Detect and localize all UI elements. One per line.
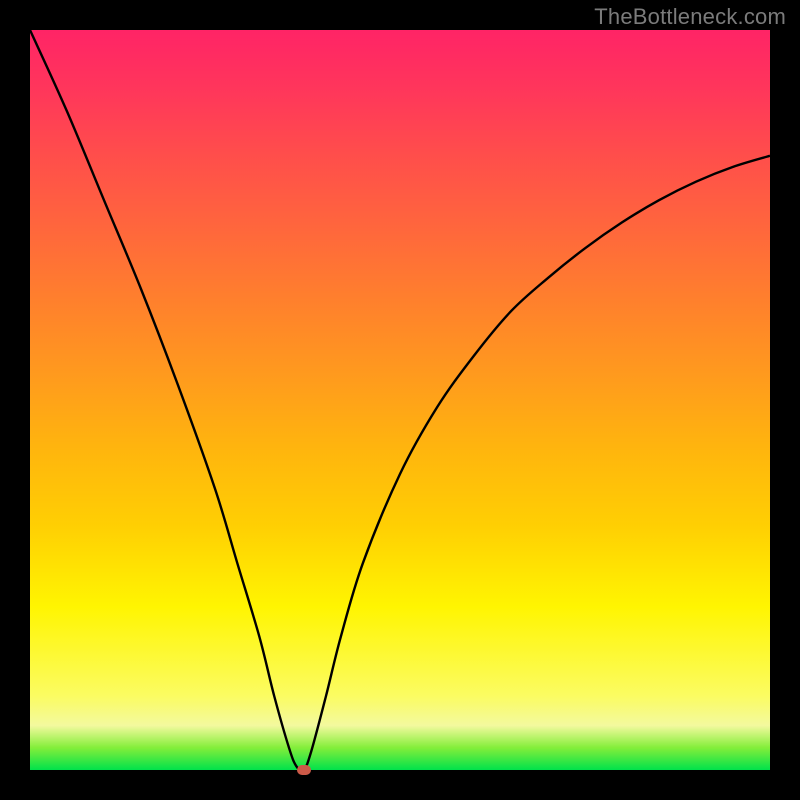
plot-area xyxy=(30,30,770,770)
bottleneck-curve xyxy=(30,30,770,770)
chart-frame: TheBottleneck.com xyxy=(0,0,800,800)
optimum-marker xyxy=(297,765,311,775)
watermark-text: TheBottleneck.com xyxy=(594,4,786,30)
